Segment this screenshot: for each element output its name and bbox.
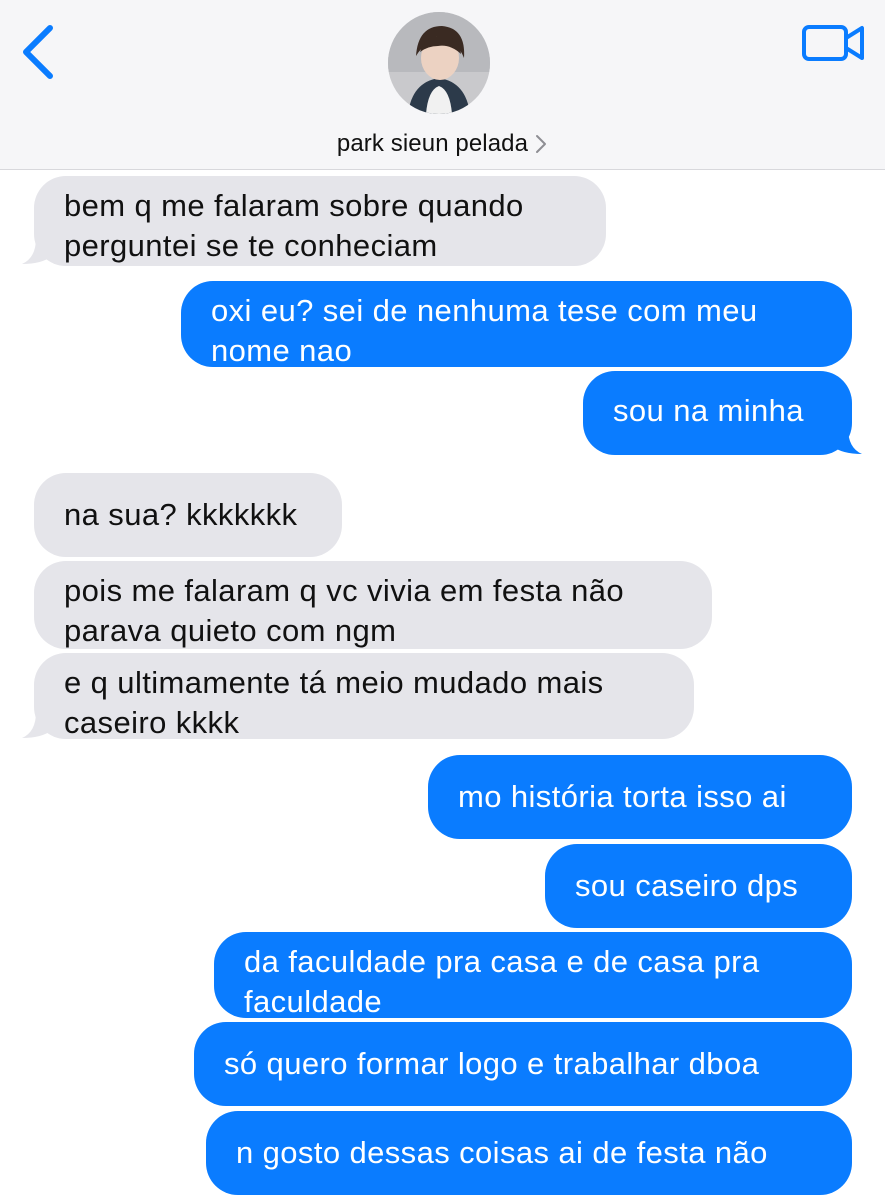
message-line: n gosto dessas coisas ai de festa não xyxy=(236,1135,768,1170)
message-bubble-received[interactable]: bem q me falaram sobre quando perguntei … xyxy=(34,176,606,266)
message-line: da faculdade pra casa e de casa pra xyxy=(244,944,760,979)
contact-name: park sieun pelada xyxy=(336,130,529,157)
bubble-tail xyxy=(22,712,52,738)
message-line: faculdade xyxy=(244,984,383,1019)
avatar-photo xyxy=(388,12,490,114)
message-bubble-sent[interactable]: n gosto dessas coisas ai de festa não xyxy=(206,1111,852,1195)
message-bubble-sent[interactable]: sou na minha xyxy=(583,371,852,455)
video-camera-icon xyxy=(802,25,864,61)
message-bubble-sent[interactable]: oxi eu? sei de nenhuma tese com meu nome… xyxy=(181,281,852,368)
message-line: nome nao xyxy=(211,333,353,368)
back-button[interactable] xyxy=(14,22,64,82)
message-bubble-sent[interactable]: da faculdade pra casa e de casa pra facu… xyxy=(214,932,852,1019)
chevron-left-icon xyxy=(23,25,53,79)
message-line: só quero formar logo e trabalhar dboa xyxy=(224,1046,760,1081)
message-line: bem q me falaram sobre quando xyxy=(64,188,524,223)
message-line: parava quieto com ngm xyxy=(64,613,397,648)
message-bubble-received[interactable]: pois me falaram q vc vivia em festa não … xyxy=(34,561,712,649)
message-line: mo história torta isso ai xyxy=(458,779,787,814)
message-bubble-sent[interactable]: sou caseiro dps xyxy=(545,844,852,928)
message-bubble-received[interactable]: e q ultimamente tá meio mudado mais case… xyxy=(34,653,694,740)
message-line: caseiro kkkk xyxy=(64,705,240,740)
conversation-header: park sieun pelada xyxy=(0,0,885,170)
message-line: na sua? kkkkkkk xyxy=(64,497,298,532)
message-bubble-sent[interactable]: só quero formar logo e trabalhar dboa xyxy=(194,1022,852,1106)
video-call-button[interactable] xyxy=(800,18,870,68)
message-line: perguntei se te conheciam xyxy=(64,228,438,263)
message-line: sou caseiro dps xyxy=(575,868,799,903)
message-bubble-sent[interactable]: mo história torta isso ai xyxy=(428,755,852,839)
contact-avatar[interactable] xyxy=(388,12,490,114)
message-line: pois me falaram q vc vivia em festa não xyxy=(64,573,625,608)
chevron-right-icon xyxy=(536,135,547,153)
message-line: e q ultimamente tá meio mudado mais xyxy=(64,665,604,700)
message-line: sou na minha xyxy=(613,393,804,428)
bubble-tail xyxy=(22,238,52,264)
contact-name-button[interactable]: park sieun pelada xyxy=(0,128,885,160)
message-thread: bem q me falaram sobre quando perguntei … xyxy=(0,170,885,1200)
message-line: oxi eu? sei de nenhuma tese com meu xyxy=(211,293,758,328)
message-bubble-received[interactable]: na sua? kkkkkkk xyxy=(34,473,342,557)
bubble-tail xyxy=(832,428,862,454)
